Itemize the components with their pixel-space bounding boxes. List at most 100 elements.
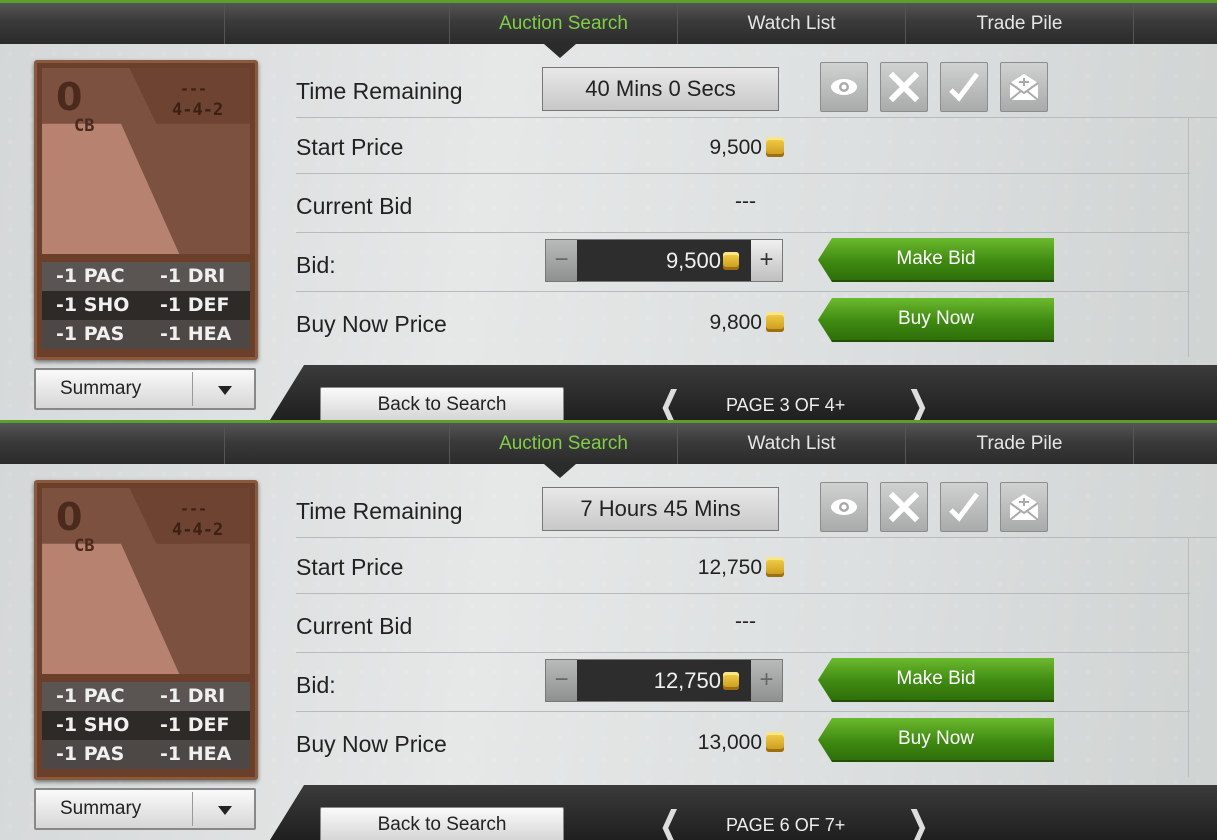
tab-bar: Auction Search Watch List Trade Pile — [0, 420, 1217, 464]
bid-label: Bid: — [296, 252, 336, 278]
divider — [296, 652, 1190, 653]
next-page-arrow-icon[interactable]: ❯ — [907, 386, 929, 420]
stat-row: -1 SHO -1 DEF — [42, 291, 250, 320]
chevron-down-icon[interactable] — [218, 386, 232, 395]
divider — [296, 117, 1190, 118]
bid-amount-text: 12,750 — [653, 668, 721, 693]
stat-row: -1 PAS -1 HEA — [42, 740, 250, 769]
card-art: 0 CB --- 4-4-2 — [42, 68, 250, 254]
divider — [296, 537, 1190, 538]
time-remaining-label: Time Remaining — [296, 78, 463, 104]
stat-dri: -1 DRI — [160, 265, 226, 287]
cancel-button[interactable] — [880, 62, 928, 112]
card-stats: -1 PAC -1 DRI -1 SHO -1 DEF -1 PAS -1 HE… — [42, 682, 250, 772]
stat-pac: -1 PAC — [56, 685, 125, 707]
summary-dropdown[interactable]: Summary — [34, 788, 256, 830]
cancel-x-icon — [888, 491, 920, 523]
watch-button[interactable] — [820, 62, 868, 112]
stat-row: -1 PAC -1 DRI — [42, 682, 250, 711]
start-price-value: 9,500 — [709, 136, 784, 160]
tab-empty-right — [1133, 423, 1217, 464]
player-card[interactable]: 0 CB --- 4-4-2 -1 PAC -1 DRI -1 SHO -1 D… — [34, 60, 258, 360]
buy-now-button[interactable]: Buy Now — [818, 718, 1054, 762]
send-offer-button[interactable] — [1000, 62, 1048, 112]
chevron-down-icon[interactable] — [218, 806, 232, 815]
coin-icon — [766, 312, 784, 332]
confirm-check-icon — [949, 72, 979, 102]
tab-watch-list[interactable]: Watch List — [677, 3, 905, 44]
tab-watch-list[interactable]: Watch List — [677, 423, 905, 464]
current-bid-label: Current Bid — [296, 613, 413, 639]
time-remaining-label: Time Remaining — [296, 498, 463, 524]
page-indicator: PAGE 3 OF 4+ — [726, 395, 846, 415]
card-position: CB — [74, 536, 95, 556]
active-tab-pointer — [544, 44, 576, 58]
bid-amount-input[interactable]: 9,500 — [577, 240, 751, 281]
player-card[interactable]: 0 CB --- 4-4-2 -1 PAC -1 DRI -1 SHO -1 D… — [34, 480, 258, 780]
bid-decrease-button[interactable]: − — [546, 660, 577, 701]
cancel-button[interactable] — [880, 482, 928, 532]
auction-panel: Auction Search Watch List Trade Pile 0 C… — [0, 420, 1217, 840]
confirm-check-icon — [949, 492, 979, 522]
divider — [296, 593, 1190, 594]
stat-pas: -1 PAS — [56, 323, 125, 345]
bid-stepper[interactable]: − 9,500 + — [545, 239, 783, 282]
start-price-value: 12,750 — [698, 556, 784, 580]
stat-sho: -1 SHO — [56, 714, 130, 736]
prev-page-arrow-icon[interactable]: ❮ — [659, 386, 681, 420]
card-rating: 0 — [56, 75, 83, 119]
tab-auction-search[interactable]: Auction Search — [449, 423, 677, 464]
stat-row: -1 PAS -1 HEA — [42, 320, 250, 349]
summary-label: Summary — [60, 798, 142, 819]
tab-trade-pile[interactable]: Trade Pile — [905, 423, 1133, 464]
time-remaining-value: 7 Hours 45 Mins — [542, 487, 779, 531]
send-mail-icon — [1009, 494, 1039, 521]
back-to-search-button[interactable]: Back to Search — [320, 387, 564, 420]
make-bid-button[interactable]: Make Bid — [818, 658, 1054, 702]
watch-button[interactable] — [820, 482, 868, 532]
next-page-arrow-icon[interactable]: ❯ — [907, 806, 929, 840]
bid-decrease-button[interactable]: − — [546, 240, 577, 281]
tab-trade-pile[interactable]: Trade Pile — [905, 3, 1133, 44]
details-frame — [1188, 537, 1217, 777]
buy-now-price-value: 9,800 — [709, 311, 784, 335]
start-price-label: Start Price — [296, 554, 404, 580]
prev-page-arrow-icon[interactable]: ❮ — [659, 806, 681, 840]
make-bid-button[interactable]: Make Bid — [818, 238, 1054, 282]
tab-empty — [224, 3, 449, 44]
card-formation: 4-4-2 — [172, 100, 224, 120]
send-offer-button[interactable] — [1000, 482, 1048, 532]
bid-increase-button[interactable]: + — [751, 240, 782, 281]
stat-hea: -1 HEA — [160, 323, 232, 345]
watch-eye-icon — [831, 79, 857, 95]
send-mail-icon — [1009, 74, 1039, 101]
buy-now-button[interactable]: Buy Now — [818, 298, 1054, 342]
bid-increase-button[interactable]: + — [751, 660, 782, 701]
bid-stepper[interactable]: − 12,750 + — [545, 659, 783, 702]
start-price-label: Start Price — [296, 134, 404, 160]
card-club: --- — [180, 500, 208, 518]
watch-eye-icon — [831, 499, 857, 515]
stat-pac: -1 PAC — [56, 265, 125, 287]
summary-dropdown[interactable]: Summary — [34, 368, 256, 410]
buy-now-price-text: 9,800 — [709, 311, 762, 334]
details-frame — [1188, 117, 1217, 357]
coin-icon — [766, 732, 784, 752]
buy-now-price-label: Buy Now Price — [296, 731, 447, 757]
stat-row: -1 SHO -1 DEF — [42, 711, 250, 740]
card-formation: 4-4-2 — [172, 520, 224, 540]
tab-auction-search[interactable]: Auction Search — [449, 3, 677, 44]
card-stats: -1 PAC -1 DRI -1 SHO -1 DEF -1 PAS -1 HE… — [42, 262, 250, 352]
confirm-button[interactable] — [940, 482, 988, 532]
buy-now-price-label: Buy Now Price — [296, 311, 447, 337]
tab-bar: Auction Search Watch List Trade Pile — [0, 0, 1217, 44]
card-club: --- — [180, 80, 208, 98]
stat-hea: -1 HEA — [160, 743, 232, 765]
back-to-search-button[interactable]: Back to Search — [320, 807, 564, 840]
confirm-button[interactable] — [940, 62, 988, 112]
bid-amount-input[interactable]: 12,750 — [577, 660, 751, 701]
stat-pas: -1 PAS — [56, 743, 125, 765]
dropdown-divider — [192, 792, 193, 826]
time-remaining-value: 40 Mins 0 Secs — [542, 67, 779, 111]
cancel-x-icon — [888, 71, 920, 103]
